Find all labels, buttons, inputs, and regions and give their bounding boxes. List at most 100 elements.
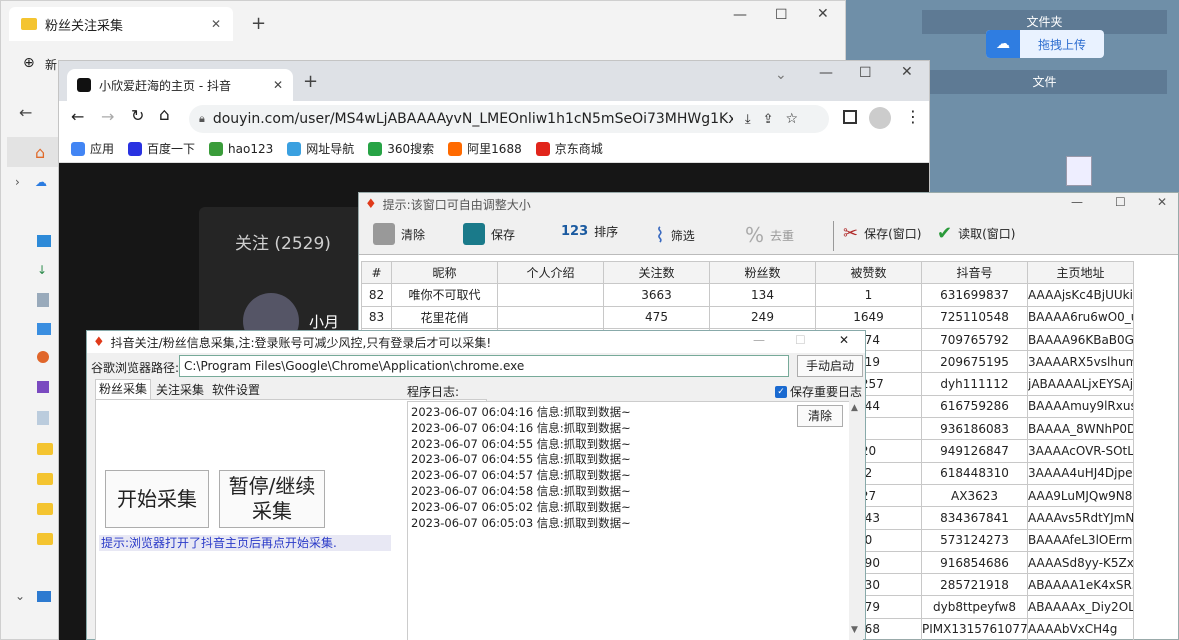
clear-log-button[interactable]: 清除 xyxy=(797,405,843,427)
sort-button[interactable]: 123 排序 xyxy=(561,223,618,240)
clear-label: 清除 xyxy=(401,227,426,242)
start-collect-button[interactable]: 开始采集 xyxy=(105,470,209,528)
log-scrollbar[interactable]: ▲ ▼ xyxy=(849,401,863,640)
column-header[interactable]: 抖音号 xyxy=(921,260,1028,285)
column-header[interactable]: # xyxy=(361,260,392,285)
maximize-icon[interactable]: ☐ xyxy=(1115,195,1126,209)
chevron-down-icon[interactable]: ⌄ xyxy=(15,589,25,603)
upload-button[interactable]: ☁ 拖拽上传 xyxy=(986,30,1104,58)
back-arrow-icon[interactable]: ← xyxy=(19,103,32,122)
hint-text: 提示:浏览器打开了抖音主页后再点开始采集. xyxy=(99,535,391,551)
file-nav-icon[interactable] xyxy=(37,411,49,425)
tab-fans[interactable]: 粉丝采集 xyxy=(95,379,151,399)
minimize-icon[interactable]: — xyxy=(753,333,765,347)
column-header[interactable]: 主页地址 xyxy=(1027,260,1134,285)
back-icon[interactable]: ← xyxy=(71,107,84,126)
filter-button[interactable]: ⌇ 筛选 xyxy=(655,223,695,247)
folder-nav-icon-3[interactable] xyxy=(37,503,53,515)
menu-icon[interactable]: ⋮ xyxy=(905,107,921,126)
bookmark-item[interactable]: 京东商城 xyxy=(535,140,603,157)
log-area[interactable]: 2023-06-07 06:04:16 信息:抓取到数据~ 2023-06-07 … xyxy=(407,401,853,640)
pc-nav-icon[interactable] xyxy=(37,591,51,602)
picture-nav-icon[interactable] xyxy=(37,323,51,335)
table-cell: dyh111112 xyxy=(921,372,1028,396)
close-icon[interactable]: ✕ xyxy=(839,333,849,347)
bookmark-item[interactable]: 应用 xyxy=(71,140,114,157)
column-header[interactable]: 个人介绍 xyxy=(497,260,604,285)
column-header[interactable]: 粉丝数 xyxy=(709,260,816,285)
chrome-toolbar: ← → ↻ ⌂ 🔒︎ douyin.com/user/MS4wLjABAAAAy… xyxy=(59,101,929,135)
close-icon[interactable]: ✕ xyxy=(1157,195,1167,209)
explorer-tab[interactable]: 粉丝关注采集 ✕ xyxy=(9,7,233,41)
maximize-icon[interactable]: ☐ xyxy=(859,65,872,81)
folder-nav-icon-4[interactable] xyxy=(37,533,53,545)
table-row[interactable]: 83花里花俏 4752491649725110548BAAAA6ru6wO0_uv xyxy=(361,305,1134,329)
save-log-checkbox[interactable]: ✓ 保存重要日志 xyxy=(775,383,862,400)
close-tab-icon[interactable]: ✕ xyxy=(273,78,283,92)
percent-icon: % xyxy=(745,223,765,247)
manual-start-button[interactable]: 手动启动 xyxy=(797,355,863,377)
chevron-right-icon[interactable]: › xyxy=(15,175,20,189)
desktop-file-icon[interactable] xyxy=(1066,156,1092,186)
load-window-button[interactable]: ✔ 读取(窗口) xyxy=(937,223,1015,244)
install-icon[interactable]: ⤓ xyxy=(745,112,751,127)
save-button[interactable]: 保存 xyxy=(463,223,515,245)
forward-icon[interactable]: → xyxy=(101,107,114,126)
download-nav-icon[interactable]: ↓ xyxy=(37,263,47,277)
bookmark-item[interactable]: 360搜索 xyxy=(368,140,434,157)
toolbar-divider xyxy=(833,221,834,251)
bookmark-item[interactable]: 百度一下 xyxy=(128,140,195,157)
minimize-icon[interactable]: — xyxy=(1071,195,1083,209)
maximize-icon[interactable]: ☐ xyxy=(775,7,788,23)
minimize-icon[interactable]: — xyxy=(819,65,833,81)
close-icon[interactable]: ✕ xyxy=(817,6,829,22)
user-name[interactable]: 小月 xyxy=(309,311,339,332)
tab-follow[interactable]: 关注采集 xyxy=(153,381,207,398)
chrome-path-input[interactable]: C:\Program Files\Google\Chrome\Applicati… xyxy=(179,355,789,377)
reload-icon[interactable]: ↻ xyxy=(131,106,144,125)
scroll-up-icon[interactable]: ▲ xyxy=(851,403,858,413)
new-tab-icon[interactable]: + xyxy=(251,13,266,34)
tiktok-icon xyxy=(77,78,91,92)
close-icon[interactable]: ✕ xyxy=(901,64,913,80)
column-header[interactable]: 被赞数 xyxy=(815,260,922,285)
bookmark-item[interactable]: 网址导航 xyxy=(287,140,354,157)
music-nav-icon[interactable] xyxy=(37,351,49,363)
star-icon[interactable]: ☆ xyxy=(786,111,799,127)
bookmark-label: 阿里1688 xyxy=(467,142,522,156)
document-nav-icon[interactable] xyxy=(37,293,49,307)
folder-nav-icon-1[interactable] xyxy=(37,443,53,455)
column-header[interactable]: 昵称 xyxy=(391,260,498,285)
column-header[interactable]: 关注数 xyxy=(603,260,710,285)
table-cell: 3AAAARX5vslhum3( xyxy=(1027,350,1134,374)
tab-search-icon[interactable]: ⌄ xyxy=(775,67,787,83)
save-window-button[interactable]: ✂ 保存(窗口) xyxy=(843,223,921,244)
table-cell: 249 xyxy=(709,305,816,329)
address-bar[interactable]: 🔒︎ douyin.com/user/MS4wLjABAAAAyvN_LMEOn… xyxy=(189,105,829,133)
share-icon[interactable]: ⇪ xyxy=(763,112,774,127)
profile-icon[interactable] xyxy=(869,107,891,129)
folder-nav-icon-2[interactable] xyxy=(37,473,53,485)
new-tab-icon[interactable]: + xyxy=(303,71,318,92)
sidepanel-icon[interactable] xyxy=(843,110,857,124)
tab-settings[interactable]: 软件设置 xyxy=(209,381,263,398)
close-tab-icon[interactable]: ✕ xyxy=(211,17,221,31)
clear-button[interactable]: 清除 xyxy=(373,223,425,245)
scroll-down-icon[interactable]: ▼ xyxy=(851,625,858,635)
dedupe-button[interactable]: % 去重 xyxy=(745,223,794,247)
bookmark-icon xyxy=(128,141,143,156)
chrome-tab[interactable]: 小欣爱赶海的主页 - 抖音 ✕ xyxy=(67,69,293,101)
cloud-nav-icon[interactable]: ☁ xyxy=(35,175,47,189)
pause-continue-button[interactable]: 暂停/继续采集 xyxy=(219,470,325,528)
home-icon[interactable]: ⌂ xyxy=(159,105,170,125)
desktop-nav-icon[interactable] xyxy=(37,235,51,247)
log-line: 2023-06-07 06:04:58 信息:抓取到数据~ xyxy=(411,483,631,498)
new-icon[interactable]: ⊕ xyxy=(23,55,35,71)
minimize-icon[interactable]: — xyxy=(733,7,747,23)
home-nav-item[interactable]: ⌂ xyxy=(7,137,59,167)
video-nav-icon[interactable] xyxy=(37,381,49,393)
bookmark-item[interactable]: 阿里1688 xyxy=(448,140,522,157)
maximize-icon[interactable]: ☐ xyxy=(795,333,806,347)
table-row[interactable]: 82 唯你不可取代 3663 134 1 631699837 AAAAjsKc4BjUUki… xyxy=(361,283,1134,307)
bookmark-item[interactable]: hao123 xyxy=(209,141,273,156)
